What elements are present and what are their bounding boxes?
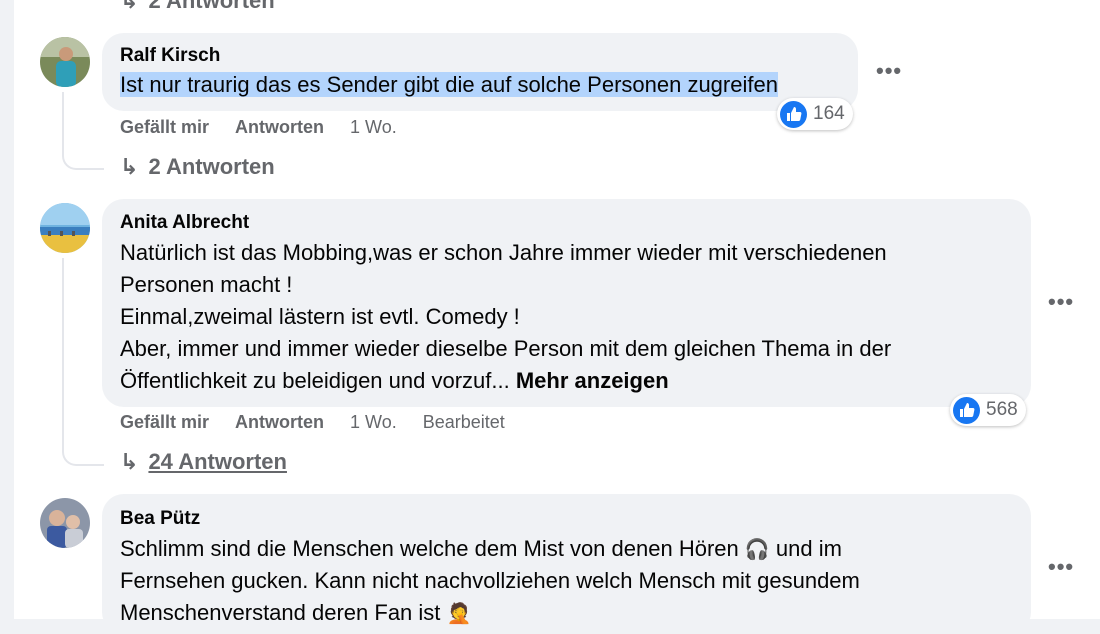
like-button[interactable]: Gefällt mir [120,412,209,433]
avatar[interactable] [40,203,90,253]
comment-text-line: Fernsehen gucken. Kann nicht nachvollzie… [120,568,860,593]
more-options-icon[interactable]: ••• [876,58,902,84]
headphones-icon: 🎧 [744,539,770,561]
timestamp[interactable]: 1 Wo. [350,412,397,433]
reply-button[interactable]: Antworten [235,117,324,138]
comment-actions: Gefällt mir Antworten 1 Wo. Bearbeitet [120,412,505,433]
comment-text-line: Einmal,zweimal lästern ist evtl. Comedy … [120,304,520,329]
reaction-summary[interactable]: 568 [950,394,1026,426]
comment-text-line: Öffentlichkeit zu beleidigen und vorzuf.… [120,368,669,393]
see-more-link[interactable]: Mehr anzeigen [516,368,669,393]
replies-link[interactable]: ↳ 2 Antworten [120,154,275,180]
reaction-summary[interactable]: 164 [777,98,853,130]
reply-button[interactable]: Antworten [235,412,324,433]
more-options-icon[interactable]: ••• [1048,554,1074,580]
comment-actions: Gefällt mir Antworten 1 Wo. [120,117,397,138]
comment-text-line: Personen macht ! [120,272,293,297]
thumbs-up-icon [780,100,807,128]
like-button[interactable]: Gefällt mir [120,117,209,138]
thread-line [62,92,64,152]
reply-arrow-icon: ↳ [120,154,139,179]
reply-arrow-icon: ↳ [120,449,139,474]
thread-connector [62,446,104,466]
comment-text: Ist nur traurig das es Sender gibt die a… [120,72,778,97]
comment-text-line: Aber, immer und immer wieder dieselbe Pe… [120,336,892,361]
edited-label: Bearbeitet [422,412,505,432]
face-emoji-icon: 🤦 [446,603,472,625]
comment-text-line: Menschenverstand deren Fan ist 🤦 [120,600,472,625]
comment-text-line: Schlimm sind die Menschen welche dem Mis… [120,536,842,561]
timestamp[interactable]: 1 Wo. [350,117,397,138]
comment-author[interactable]: Anita Albrecht [120,212,249,234]
more-options-icon[interactable]: ••• [1048,289,1074,315]
reply-arrow-icon: ↳ [120,0,139,13]
thumbs-up-icon [953,396,980,424]
avatar[interactable] [40,37,90,87]
replies-link[interactable]: ↳ 24 Antworten [120,449,287,475]
avatar[interactable] [40,498,90,548]
comment-text-line: Natürlich ist das Mobbing,was er schon J… [120,240,887,265]
replies-link-top[interactable]: ↳ 2 Antworten [120,0,275,14]
thread-line [62,258,64,448]
comment-author[interactable]: Ralf Kirsch [120,45,220,67]
comment-author[interactable]: Bea Pütz [120,508,200,530]
thread-connector [62,150,104,170]
